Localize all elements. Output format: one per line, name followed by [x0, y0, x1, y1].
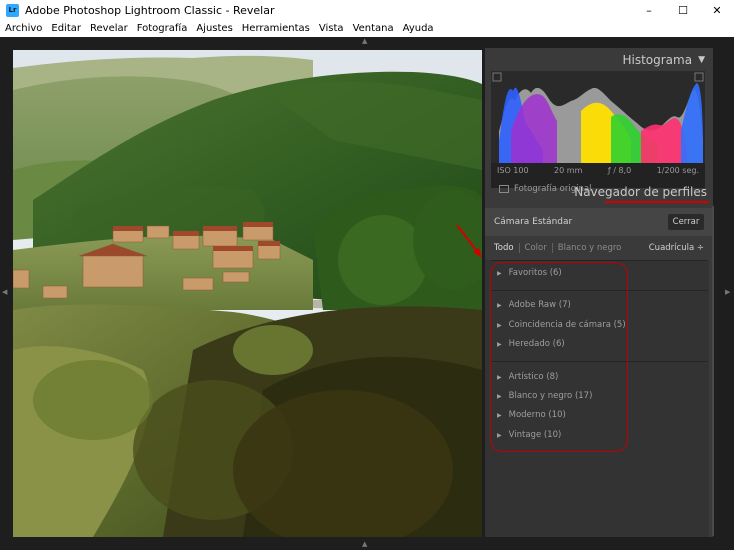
photo-preview[interactable] — [13, 50, 482, 537]
highlight-annotation — [490, 262, 628, 452]
view-mode-select[interactable]: Cuadrícula ÷ — [649, 243, 704, 253]
right-panel-toggle-icon[interactable]: ▶ — [725, 288, 730, 296]
window-title: Adobe Photoshop Lightroom Classic - Reve… — [25, 3, 275, 17]
landscape-photo — [13, 50, 482, 537]
menu-vista[interactable]: Vista — [315, 23, 348, 34]
filter-all[interactable]: Todo — [485, 243, 519, 253]
histogram[interactable]: ISO 100 20 mm ƒ / 8,0 1/200 seg. Fotogra… — [491, 71, 705, 194]
menu-herramientas[interactable]: Herramientas — [238, 23, 314, 34]
filter-color[interactable]: Color — [520, 243, 552, 253]
lightroom-app-icon: Lr — [6, 3, 19, 17]
current-profile-row: Cámara Estándar Cerrar — [485, 208, 713, 236]
menu-fotografia[interactable]: Fotografía — [133, 23, 192, 34]
iso-value: ISO 100 — [497, 166, 529, 175]
profile-filter-bar: Todo Color Blanco y negro Cuadrícula ÷ — [485, 236, 713, 260]
close-window-button[interactable]: ✕ — [700, 0, 734, 20]
top-panel-toggle-icon[interactable]: ▲ — [362, 37, 367, 45]
profile-browser-header[interactable]: Navegador de perfiles — [485, 182, 713, 202]
panel-scrollbar[interactable] — [712, 206, 714, 536]
title-bar: Lr Adobe Photoshop Lightroom Classic - R… — [0, 0, 734, 20]
menu-revelar[interactable]: Revelar — [86, 23, 132, 34]
menu-archivo[interactable]: Archivo — [1, 23, 46, 34]
histogram-title: Histograma — [622, 53, 693, 67]
histogram-graph — [491, 71, 705, 163]
filter-bw[interactable]: Blanco y negro — [553, 243, 627, 253]
current-profile-name: Cámara Estándar — [494, 217, 573, 227]
menu-ajustes[interactable]: Ajustes — [192, 23, 236, 34]
title-underline-annotation — [605, 201, 709, 203]
menu-ventana[interactable]: Ventana — [349, 23, 398, 34]
maximize-button[interactable]: ☐ — [666, 0, 700, 20]
close-profile-browser-button[interactable]: Cerrar — [668, 214, 704, 230]
shutter-speed: 1/200 seg. — [656, 166, 699, 175]
focal-length: 20 mm — [554, 166, 583, 175]
exif-info: ISO 100 20 mm ƒ / 8,0 1/200 seg. — [491, 166, 705, 175]
group-divider — [491, 260, 707, 261]
menu-ayuda[interactable]: Ayuda — [399, 23, 438, 34]
histogram-header[interactable]: Histograma ▼ — [485, 50, 713, 70]
aperture-value: ƒ / 8,0 — [607, 166, 632, 175]
menu-editar[interactable]: Editar — [47, 23, 85, 34]
collapse-icon[interactable]: ▼ — [698, 55, 713, 65]
profile-browser-title: Navegador de perfiles — [574, 185, 707, 199]
menu-bar: Archivo Editar Revelar Fotografía Ajuste… — [0, 20, 734, 38]
minimize-button[interactable]: – — [632, 0, 666, 20]
left-panel-toggle-icon[interactable]: ◀ — [2, 288, 7, 296]
bottom-panel-toggle-icon[interactable]: ▲ — [362, 540, 367, 548]
